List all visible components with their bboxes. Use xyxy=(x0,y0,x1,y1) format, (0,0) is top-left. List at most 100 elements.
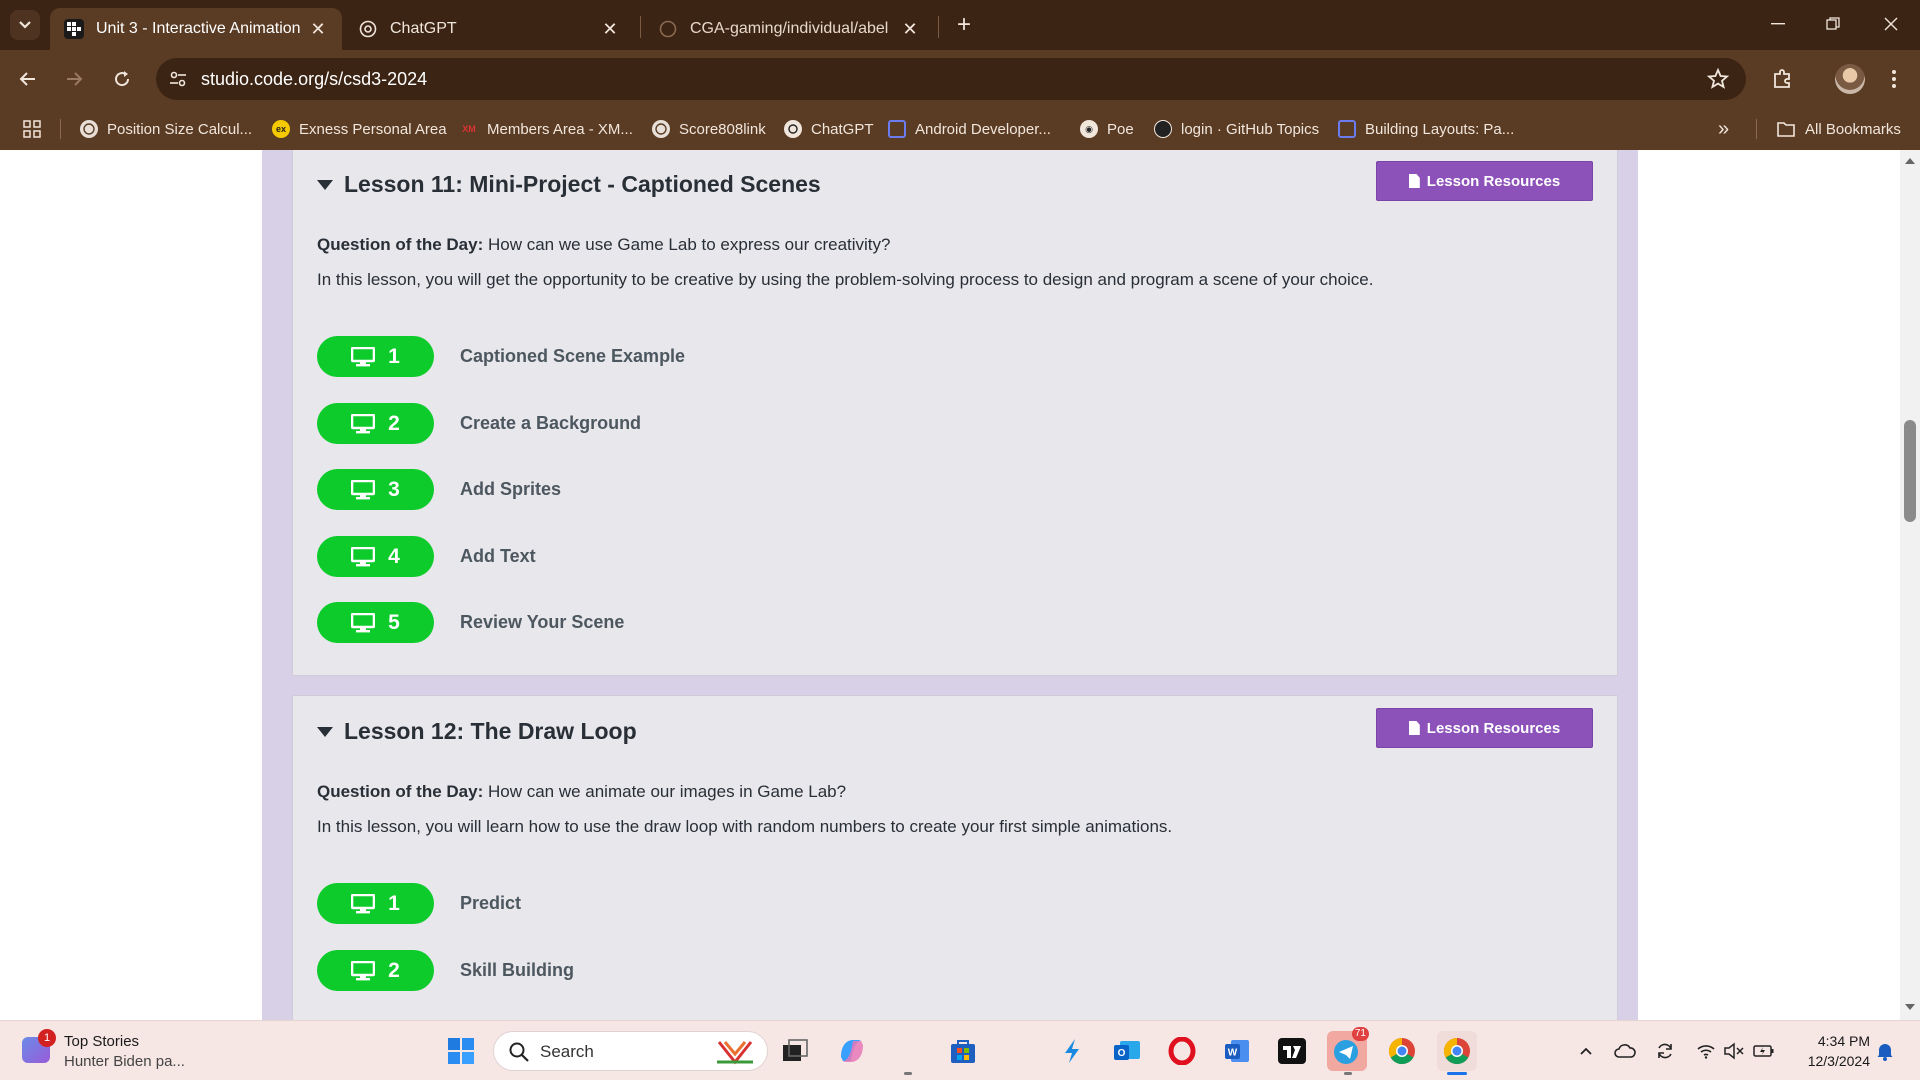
notification-badge: 1 xyxy=(38,1029,56,1047)
level-row[interactable]: 5 Review Your Scene xyxy=(317,602,624,643)
bookmark-position-size[interactable]: Position Size Calcul... xyxy=(80,117,252,141)
tab-unit3[interactable]: Unit 3 - Interactive Animations and Game… xyxy=(50,8,342,50)
level-bubble[interactable]: 5 xyxy=(317,602,434,643)
onedrive-tray-button[interactable] xyxy=(1613,1039,1637,1063)
level-row[interactable]: 1 Predict xyxy=(317,883,521,924)
vscode-button[interactable] xyxy=(1052,1031,1092,1071)
scroll-up-arrow-icon[interactable] xyxy=(1905,158,1915,164)
active-app-indicator xyxy=(1447,1072,1467,1075)
level-title[interactable]: Captioned Scene Example xyxy=(460,346,685,367)
taskbar-clock[interactable]: 4:34 PM 12/3/2024 xyxy=(1790,1031,1870,1071)
bookmark-github-topics[interactable]: login · GitHub Topics xyxy=(1154,117,1319,141)
bookmark-poe[interactable]: ◉ Poe xyxy=(1080,117,1134,141)
new-tab-button[interactable]: + xyxy=(950,12,978,40)
lesson-header-toggle[interactable]: Lesson 11: Mini-Project - Captioned Scen… xyxy=(317,171,821,198)
outlook-button[interactable]: O xyxy=(1107,1031,1147,1071)
reload-button[interactable] xyxy=(106,63,138,95)
level-bubble[interactable]: 1 xyxy=(317,883,434,924)
chrome-profile-button[interactable] xyxy=(1437,1031,1477,1071)
back-button[interactable] xyxy=(12,63,44,95)
bookmarks-overflow-button[interactable]: » xyxy=(1718,117,1729,141)
microsoft-store-button[interactable] xyxy=(943,1031,983,1071)
arrow-left-icon xyxy=(19,72,35,86)
level-row[interactable]: 4 Add Text xyxy=(317,536,536,577)
monitor-icon xyxy=(351,546,376,566)
close-icon[interactable]: ✕ xyxy=(900,19,920,40)
word-button[interactable]: W xyxy=(1217,1031,1257,1071)
close-icon[interactable]: ✕ xyxy=(308,19,328,40)
telegram-button[interactable]: 71 xyxy=(1327,1027,1369,1071)
bookmark-chatgpt[interactable]: ChatGPT xyxy=(784,117,874,141)
wifi-tray-button[interactable] xyxy=(1694,1039,1718,1063)
level-row[interactable]: 1 Captioned Scene Example xyxy=(317,336,685,377)
tab-search-button[interactable] xyxy=(10,10,40,40)
lesson-header-toggle[interactable]: Lesson 12: The Draw Loop xyxy=(317,718,637,745)
bookmark-android-dev[interactable]: Android Developer... xyxy=(888,117,1051,141)
document-icon xyxy=(1408,174,1420,188)
reload-icon xyxy=(115,71,130,87)
browser-toolbar: studio.code.org/s/csd3-2024 xyxy=(0,50,1920,108)
bookmark-star-icon[interactable] xyxy=(1706,67,1730,91)
restore-button[interactable] xyxy=(1813,8,1853,40)
level-bubble[interactable]: 1 xyxy=(317,336,434,377)
level-title[interactable]: Add Text xyxy=(460,546,536,567)
search-icon xyxy=(509,1042,529,1062)
level-title[interactable]: Skill Building xyxy=(460,960,574,981)
scrollbar-thumb[interactable] xyxy=(1904,420,1916,522)
level-row[interactable]: 2 Skill Building xyxy=(317,950,574,991)
lesson-resources-button[interactable]: Lesson Resources xyxy=(1376,708,1593,748)
outlook-icon: O xyxy=(1114,1041,1140,1060)
volume-tray-button[interactable] xyxy=(1722,1039,1746,1063)
taskbar-search[interactable]: Search xyxy=(493,1031,768,1071)
qotd-label: Question of the Day: xyxy=(317,782,484,801)
level-title[interactable]: Create a Background xyxy=(460,413,641,434)
tab-chatgpt[interactable]: ChatGPT ✕ xyxy=(344,8,634,50)
scroll-down-arrow-icon[interactable] xyxy=(1905,1004,1915,1010)
lesson-resources-button[interactable]: Lesson Resources xyxy=(1376,161,1593,201)
forward-button[interactable] xyxy=(58,63,90,95)
news-widget[interactable]: 1 Top Stories Hunter Biden pa... xyxy=(22,1029,222,1073)
level-bubble[interactable]: 3 xyxy=(317,469,434,510)
caret-down-icon xyxy=(317,179,333,190)
level-title[interactable]: Add Sprites xyxy=(460,479,561,500)
battery-tray-button[interactable] xyxy=(1752,1039,1776,1063)
browser-menu-button[interactable] xyxy=(1880,65,1908,93)
sync-tray-button[interactable] xyxy=(1653,1039,1677,1063)
page-scrollbar[interactable] xyxy=(1900,150,1920,1020)
extensions-button[interactable] xyxy=(1768,65,1796,93)
level-bubble[interactable]: 2 xyxy=(317,950,434,991)
level-title[interactable]: Review Your Scene xyxy=(460,612,624,633)
level-bubble[interactable]: 2 xyxy=(317,403,434,444)
apps-button[interactable] xyxy=(22,117,42,141)
opera-button[interactable] xyxy=(1162,1031,1202,1071)
level-row[interactable]: 2 Create a Background xyxy=(317,403,641,444)
profile-avatar[interactable] xyxy=(1835,64,1865,94)
close-window-button[interactable] xyxy=(1871,8,1911,40)
level-bubble[interactable]: 4 xyxy=(317,536,434,577)
github-icon xyxy=(1154,120,1172,138)
monitor-icon xyxy=(351,893,376,913)
bookmark-xm[interactable]: XM Members Area - XM... xyxy=(460,117,633,141)
chrome-button[interactable] xyxy=(1382,1031,1422,1071)
level-row[interactable]: 3 Add Sprites xyxy=(317,469,561,510)
tradingview-button[interactable] xyxy=(1272,1031,1312,1071)
task-view-button[interactable] xyxy=(775,1031,815,1071)
address-bar[interactable]: studio.code.org/s/csd3-2024 xyxy=(156,58,1746,100)
start-button[interactable] xyxy=(441,1031,481,1071)
site-info-icon[interactable] xyxy=(168,69,188,89)
level-title[interactable]: Predict xyxy=(460,893,521,914)
taskbar-app-slot[interactable] xyxy=(888,1031,928,1071)
copilot-button[interactable] xyxy=(832,1031,872,1071)
notifications-button[interactable] xyxy=(1873,1039,1897,1063)
tab-github[interactable]: CGA-gaming/individual/abel at ✕ xyxy=(644,8,934,50)
bookmark-exness[interactable]: ex Exness Personal Area xyxy=(272,117,447,141)
lesson-description: In this lesson, you will get the opportu… xyxy=(317,270,1374,289)
folder-icon xyxy=(1777,122,1795,137)
show-hidden-icons-button[interactable] xyxy=(1574,1039,1598,1063)
all-bookmarks-button[interactable]: All Bookmarks xyxy=(1776,117,1901,141)
close-icon[interactable]: ✕ xyxy=(600,19,620,40)
bookmark-score808[interactable]: Score808link xyxy=(652,117,766,141)
opera-icon xyxy=(1168,1037,1196,1065)
bookmark-building-layouts[interactable]: Building Layouts: Pa... xyxy=(1338,117,1514,141)
minimize-button[interactable] xyxy=(1758,8,1798,40)
